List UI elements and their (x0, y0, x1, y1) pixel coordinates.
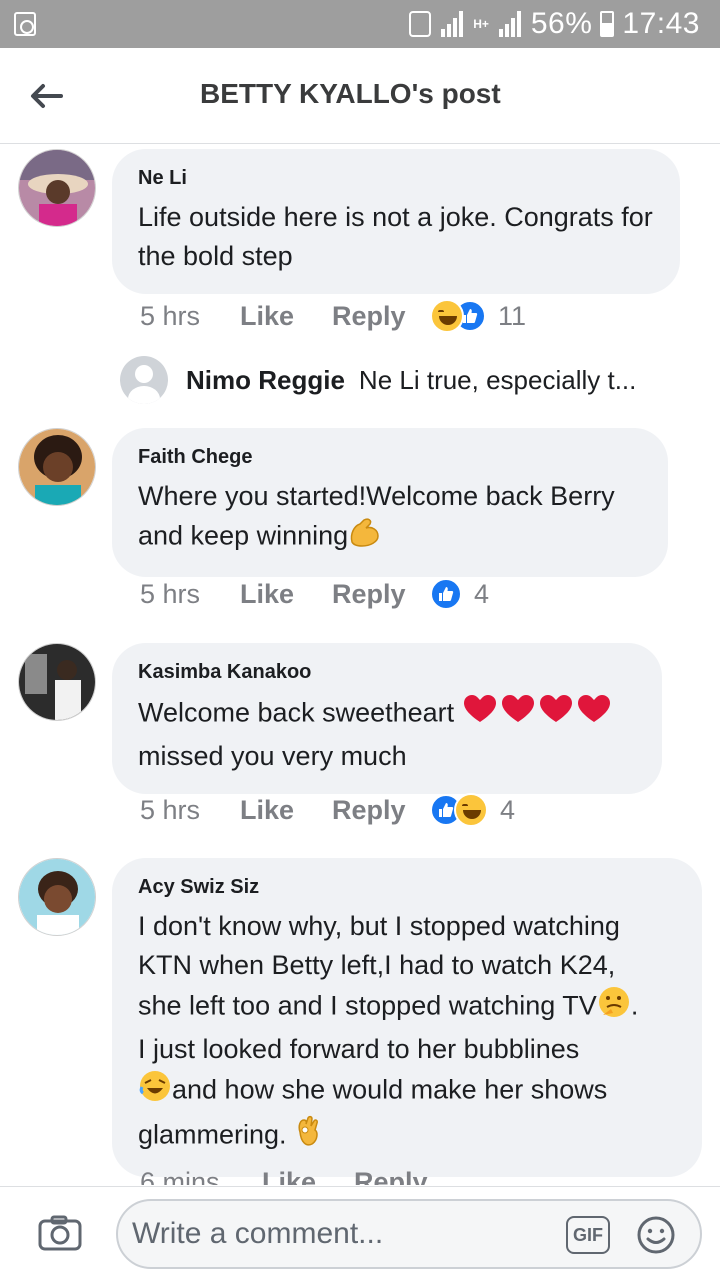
phone-icon (409, 11, 432, 37)
reply-button[interactable]: Reply (332, 301, 430, 332)
camera-button[interactable] (38, 1215, 82, 1251)
emoji-button[interactable] (636, 1215, 676, 1255)
comment-time[interactable]: 6 mins (140, 1167, 240, 1185)
page-title: BETTY KYALLO's post (200, 78, 501, 109)
comment-text-line: KTN when Betty left,I had to watch K24, (138, 950, 616, 980)
reply-button[interactable]: Reply (332, 795, 430, 826)
comment-text-wrap: Where you started!Welcome back Berry and… (138, 477, 642, 559)
reactions[interactable] (430, 793, 488, 827)
battery-icon (600, 11, 615, 37)
notification-icon (14, 12, 36, 36)
comment-meta: 5 hrs Like Reply 4 (140, 793, 515, 827)
comment-meta: 5 hrs Like Reply 11 (140, 299, 526, 333)
comment-time[interactable]: 5 hrs (140, 795, 240, 826)
like-reaction-icon (430, 578, 462, 610)
comment-bubble[interactable]: Faith Chege Where you started!Welcome ba… (112, 428, 668, 577)
comment-text-line: I just looked forward to her bubblines (138, 1034, 580, 1064)
reply-preview[interactable]: Nimo Reggie Ne Li true, especially t... (120, 355, 636, 405)
reply-button[interactable]: Reply (354, 1167, 452, 1185)
comment-text: Life outside here is not a joke. Congrat… (138, 202, 653, 271)
haha-reaction-icon (454, 793, 488, 827)
avatar[interactable] (18, 428, 96, 506)
thinking-face-emoji (597, 985, 631, 1030)
comment-author[interactable]: Ne Li (138, 167, 654, 190)
comments-list[interactable]: Ne Li Life outside here is not a joke. C… (0, 145, 720, 1185)
avatar[interactable] (18, 858, 96, 936)
like-button[interactable]: Like (240, 795, 332, 826)
beating-heart-emojis (462, 692, 612, 737)
reaction-count[interactable]: 11 (498, 301, 526, 332)
comment-input-box[interactable]: GIF (116, 1199, 702, 1269)
emoji-icon (637, 1216, 675, 1254)
comment-text-line: and how she would make her shows (172, 1074, 608, 1105)
comment-bubble[interactable]: Kasimba Kanakoo Welcome back sweetheart … (112, 643, 662, 794)
comment-text-line: missed you very much (138, 741, 407, 771)
status-icons: H+ 56% 17:43 (409, 6, 700, 42)
gif-button[interactable]: GIF (566, 1216, 610, 1254)
post-header: BETTY KYALLO's post (0, 48, 720, 144)
camera-icon (38, 1215, 82, 1251)
comment-author[interactable]: Kasimba Kanakoo (138, 661, 636, 684)
avatar[interactable] (120, 356, 168, 404)
gif-icon: GIF (573, 1224, 603, 1245)
comment-composer: GIF (0, 1186, 720, 1280)
avatar[interactable] (18, 643, 96, 721)
haha-reaction-icon (430, 299, 464, 333)
comment-bubble[interactable]: Acy Swiz Siz I don't know why, but I sto… (112, 858, 702, 1177)
signal-icon (439, 11, 465, 37)
reaction-count[interactable]: 4 (474, 579, 489, 610)
like-button[interactable]: Like (240, 579, 332, 610)
clock: 17:43 (622, 7, 700, 40)
avatar[interactable] (18, 149, 96, 227)
like-button[interactable]: Like (262, 1167, 354, 1185)
comment-time[interactable]: 5 hrs (140, 301, 240, 332)
comment-input[interactable] (132, 1211, 552, 1257)
comment-text-line: glammering. (138, 1119, 287, 1150)
comment-text-line: Welcome back sweetheart (138, 697, 455, 728)
comment-meta: 6 mins Like Reply (140, 1167, 452, 1185)
mobile-signal-icon (497, 11, 523, 37)
comment-text-line: I don't know why, but I stopped watching (138, 911, 620, 941)
network-type: H+ (473, 17, 489, 31)
comment-meta: 5 hrs Like Reply 4 (140, 578, 489, 610)
ok-hand-emoji (294, 1114, 322, 1159)
like-button[interactable]: Like (240, 301, 332, 332)
comment-author[interactable]: Faith Chege (138, 446, 642, 469)
back-button[interactable] (22, 72, 70, 120)
comment-text: I don't know why, but I stopped watching… (138, 907, 676, 1159)
comment-author[interactable]: Acy Swiz Siz (138, 876, 676, 899)
reply-text: Ne Li true, especially t... (358, 364, 637, 395)
reaction-count[interactable]: 4 (500, 795, 515, 826)
battery-percent: 56% (530, 7, 593, 40)
reply-author[interactable]: Nimo Reggie (186, 365, 345, 396)
rolling-laughing-emoji (138, 1069, 172, 1114)
comment-bubble[interactable]: Ne Li Life outside here is not a joke. C… (112, 149, 680, 294)
reactions[interactable] (430, 578, 462, 610)
reply-button[interactable]: Reply (332, 579, 430, 610)
comment-text-line: she left too and I stopped watching TV (138, 990, 597, 1021)
reactions[interactable] (430, 299, 486, 333)
status-bar: H+ 56% 17:43 (0, 0, 720, 48)
flexed-biceps-emoji (348, 516, 382, 559)
back-arrow-icon (31, 84, 63, 108)
comment-time[interactable]: 5 hrs (140, 579, 240, 610)
comment-text: Welcome back sweetheart missed you very … (138, 692, 636, 776)
